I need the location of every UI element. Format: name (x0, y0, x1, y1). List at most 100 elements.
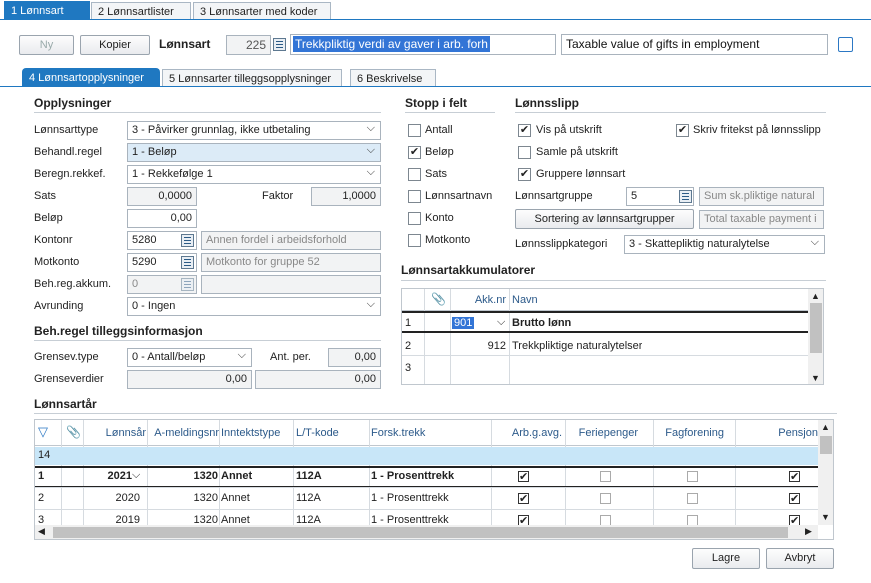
name-norwegian-text: Trekkpliktig verdi av gaver i arb. forh (293, 36, 490, 52)
lookup-icon[interactable] (273, 38, 286, 51)
lonnsarttype-select[interactable]: 3 - Påvirker grunnlag, ikke utbetaling (127, 121, 381, 140)
lonnsar-cell[interactable]: 2020 (84, 492, 140, 504)
grid-checkbox[interactable]: ✔ (789, 471, 800, 483)
akk-heading: Lønnsartakkumulatorer (401, 263, 536, 277)
stopp-checkbox[interactable] (408, 124, 421, 137)
vis-checkbox[interactable]: ✔ (518, 124, 531, 137)
akk-scrollbar[interactable]: ▲ ▼ (808, 289, 823, 384)
sats-field[interactable]: 0,0000 (127, 187, 197, 206)
lonnsart-number[interactable]: 225 (226, 35, 271, 55)
lt-kode-cell[interactable]: 112A (296, 492, 366, 504)
lonnsartar-vscrollbar[interactable]: ▲ ▼ (818, 420, 833, 525)
opplysninger-heading: Opplysninger (34, 96, 112, 110)
grid-checkbox[interactable] (600, 471, 611, 482)
stopp-checkbox[interactable] (408, 234, 421, 247)
filter-icon[interactable]: ▽ (38, 424, 48, 440)
tab-lonnsart[interactable]: 1 Lønnsart (4, 1, 90, 20)
column-header[interactable]: Lønnsår (84, 427, 146, 439)
beregn-select[interactable]: 1 - Rekkefølge 1 (127, 165, 381, 184)
sortering-button[interactable]: Sortering av lønnsartgrupper (515, 209, 694, 229)
new-button[interactable]: Ny (19, 35, 74, 55)
inntektstype-cell[interactable]: Annet (221, 492, 291, 504)
tab-beskrivelse[interactable]: 6 Beskrivelse (350, 69, 436, 86)
lt-kode-cell[interactable]: 112A (296, 470, 366, 482)
motkonto-description: Motkonto for gruppe 52 (201, 253, 381, 272)
navn-cell: Brutto lønn (512, 317, 572, 329)
skriv-label: Skriv fritekst på lønnsslipp (693, 124, 821, 136)
stopp-label: Konto (425, 212, 454, 224)
name-english-field[interactable]: Taxable value of gifts in employment (561, 34, 828, 55)
chevron-down-icon[interactable]: ⌵ (497, 316, 505, 329)
lonnsartar-hscrollbar[interactable]: ◀ ▶ (35, 525, 818, 539)
column-header[interactable]: Pensjon (736, 427, 818, 439)
grid-checkbox[interactable]: ✔ (518, 493, 529, 505)
grensev-select[interactable]: 0 - Antall/beløp (127, 348, 252, 367)
grensev-label: Grensev.type (34, 351, 99, 363)
save-button[interactable]: Lagre (692, 548, 760, 569)
column-header[interactable]: Inntektstype (221, 427, 291, 439)
samle-checkbox[interactable] (518, 146, 531, 159)
lookup-icon[interactable] (181, 256, 194, 269)
inntektstype-cell[interactable]: Annet (221, 470, 291, 482)
name-norwegian-field[interactable]: Trekkpliktig verdi av gaver i arb. forh (290, 34, 556, 55)
column-header[interactable]: L/T-kode (296, 427, 366, 439)
grid-checkbox[interactable] (687, 471, 698, 482)
stopp-label: Motkonto (425, 234, 471, 246)
a-meldingsnr-cell[interactable]: 1320 (148, 470, 218, 482)
tab-lonnsartopplysninger[interactable]: 4 Lønnsartopplysninger (22, 68, 160, 87)
stopp-checkbox[interactable] (408, 168, 421, 181)
faktor-field[interactable]: 1,0000 (311, 187, 381, 206)
forsk-trekk-cell[interactable]: 1 - Prosenttrekk (371, 470, 489, 482)
cancel-button[interactable]: Avbryt (766, 548, 834, 569)
copy-button[interactable]: Kopier (80, 35, 150, 55)
antper-field[interactable]: 0,00 (328, 348, 381, 367)
akk-grid[interactable]: 📎 Akk.nr Navn 1 901 ⌵ Brutto lønn 2 912 … (401, 288, 824, 385)
a-meldingsnr-cell[interactable]: 1320 (148, 492, 218, 504)
column-header[interactable]: Fagforening (654, 427, 724, 439)
motkonto-label: Motkonto (34, 256, 80, 268)
column-header[interactable]: Forsk.trekk (371, 427, 489, 439)
lookup-icon[interactable] (679, 190, 692, 203)
tab-label: 1 Lønnsart (11, 5, 64, 17)
gruppere-checkbox[interactable]: ✔ (518, 168, 531, 181)
tab-tilleggsopplysninger[interactable]: 5 Lønnsarter tilleggsopplysninger (162, 69, 342, 86)
lonnsar-cell[interactable]: 2021 (84, 470, 132, 482)
grid-checkbox[interactable] (600, 493, 611, 504)
skriv-checkbox[interactable]: ✔ (676, 124, 689, 137)
akknr-cell[interactable]: 901 (452, 317, 475, 329)
tab-label: 2 Lønnsartlister (98, 6, 174, 18)
stopp-label: Lønnsartnavn (425, 190, 493, 202)
forsk-trekk-cell[interactable]: 1 - Prosenttrekk (371, 492, 489, 504)
row-number: 1 (38, 470, 45, 482)
lookup-icon[interactable] (181, 234, 194, 247)
belop-field[interactable]: 0,00 (127, 209, 197, 228)
avrunding-select[interactable]: 0 - Ingen (127, 297, 381, 316)
column-header[interactable]: A-meldingsnr (148, 427, 219, 439)
avrunding-label: Avrunding (34, 300, 84, 312)
lookup-icon (181, 278, 194, 291)
grenseverdi-1-field[interactable]: 0,00 (127, 370, 252, 389)
lonnsartar-grid[interactable]: ▽ 📎 Lønnsår A-meldingsnr Inntektstype L/T-k… (34, 419, 834, 540)
stopp-label: Beløp (425, 146, 454, 158)
lonnsslipp-heading: Lønnsslipp (515, 96, 579, 110)
stopp-checkbox[interactable] (408, 190, 421, 203)
tab-lonnsarter-med-koder[interactable]: 3 Lønnsarter med koder (193, 2, 331, 19)
stopp-checkbox[interactable]: ✔ (408, 146, 421, 159)
behandl-select[interactable]: 1 - Beløp (127, 143, 381, 162)
tab-lonnsartlister[interactable]: 2 Lønnsartlister (91, 2, 191, 19)
akknr-cell[interactable]: 912 (452, 340, 506, 352)
grid-checkbox[interactable] (687, 493, 698, 504)
column-header[interactable]: Feriepenger (566, 427, 638, 439)
akknr-header: Akk.nr (474, 294, 506, 306)
grid-checkbox[interactable]: ✔ (518, 471, 529, 483)
note-icon[interactable] (838, 37, 853, 52)
row-number: 2 (38, 492, 45, 504)
column-header[interactable]: Arb.g.avg. (492, 427, 562, 439)
gruppe-label: Lønnsartgruppe (515, 190, 593, 202)
kategori-select[interactable]: 3 - Skattepliktig naturalytelse (624, 235, 825, 254)
stopp-checkbox[interactable] (408, 212, 421, 225)
grid-checkbox[interactable]: ✔ (789, 493, 800, 505)
grenseverdi-2-field[interactable]: 0,00 (255, 370, 381, 389)
gruppe-description: Sum sk.pliktige natural (699, 187, 824, 206)
chevron-down-icon[interactable]: ⌵ (132, 469, 140, 482)
